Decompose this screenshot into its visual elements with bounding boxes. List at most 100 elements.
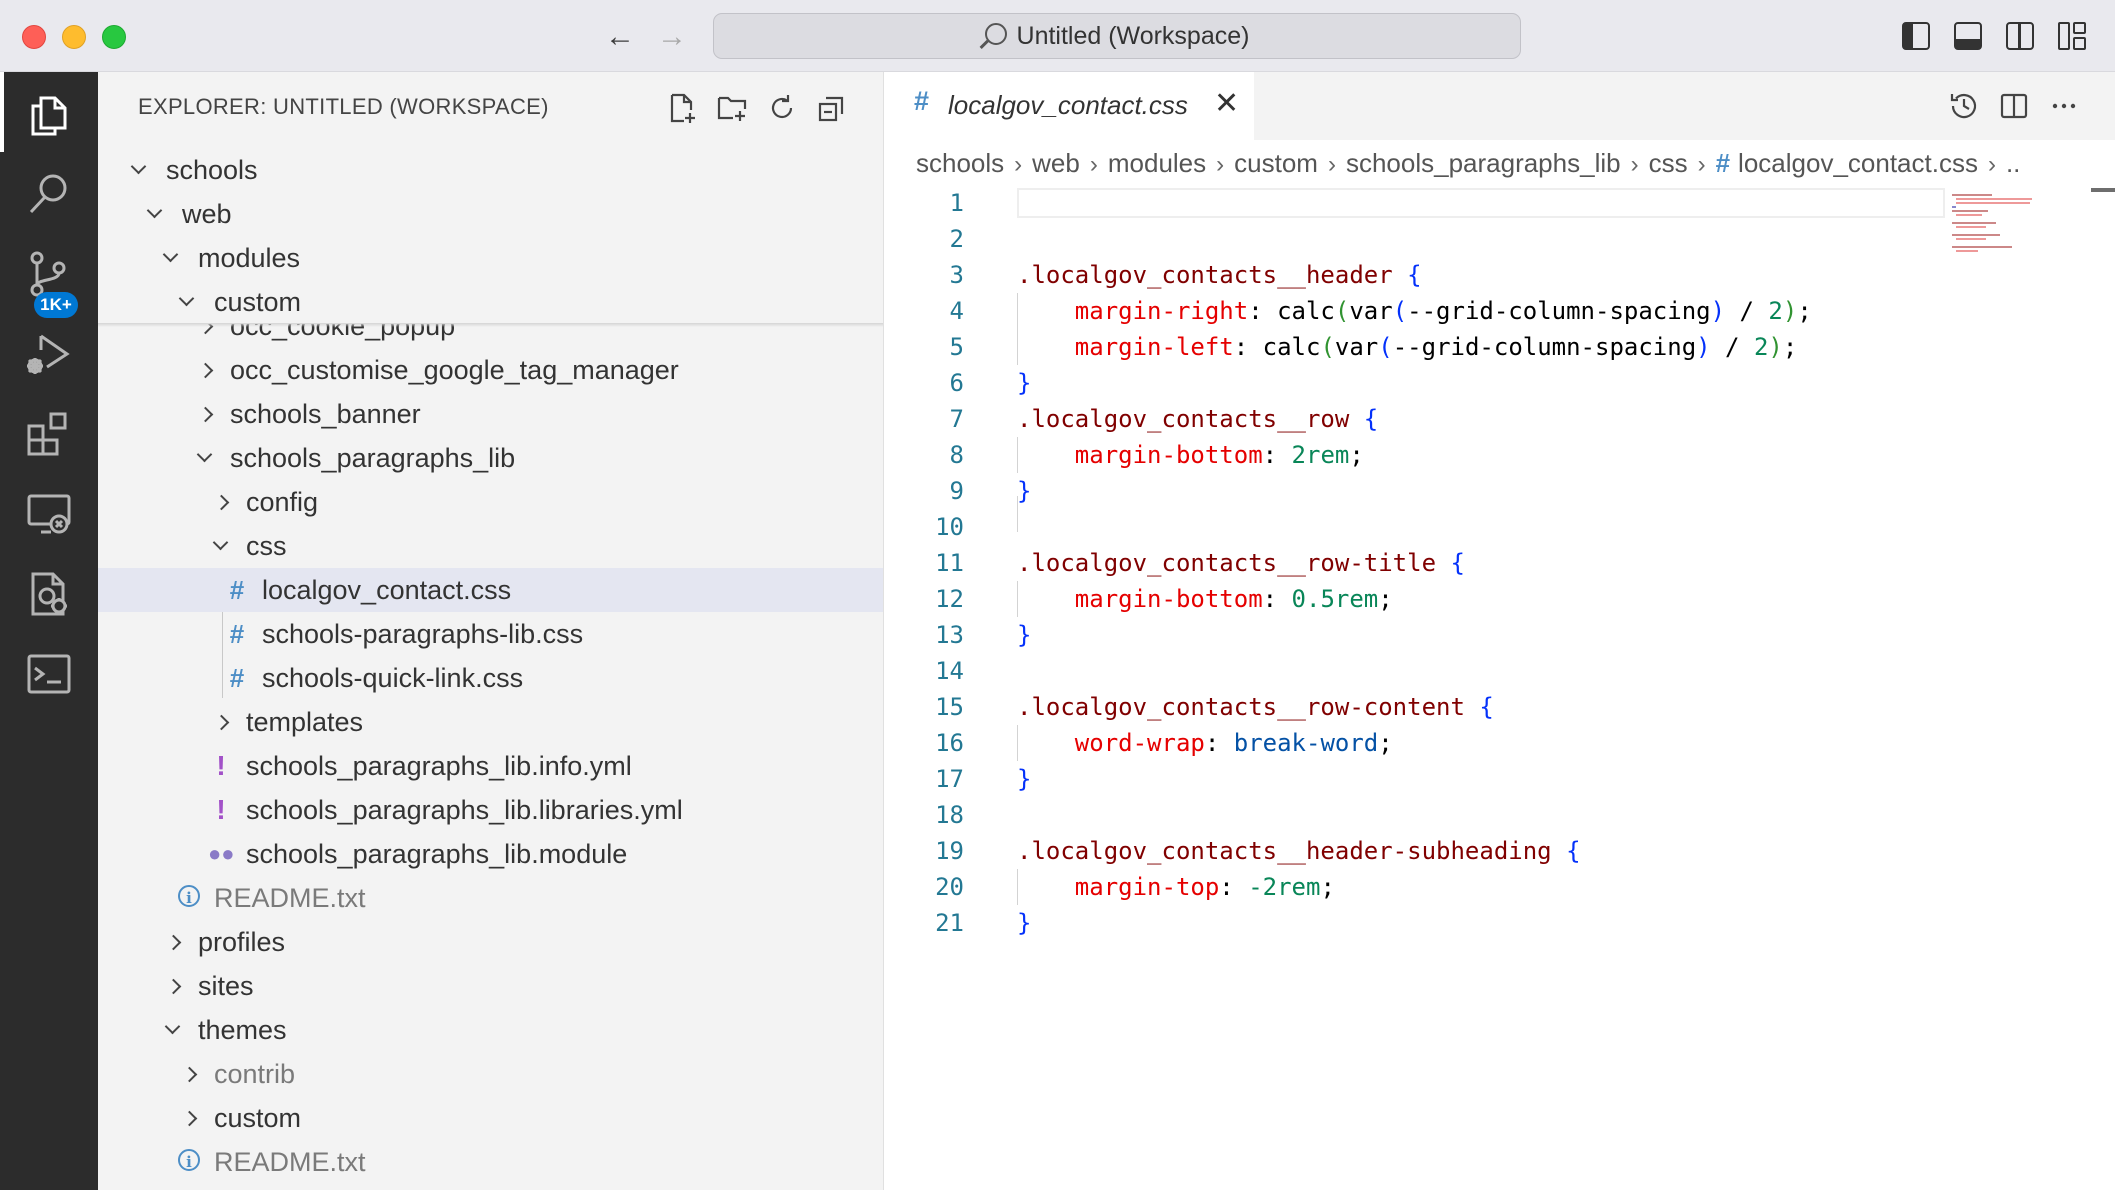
- tree-file-localgov-contact-css[interactable]: # localgov_contact.css: [98, 568, 883, 612]
- tree-folder-schools[interactable]: schools: [98, 148, 883, 192]
- code-line: }: [1017, 477, 1032, 505]
- line-number: 20: [935, 873, 964, 901]
- run-debug-icon: [27, 334, 70, 374]
- activity-explorer[interactable]: [0, 72, 98, 152]
- code-line: margin-left: calc(var(--grid-column-spac…: [1074, 333, 1798, 361]
- tree-file-schools-paragraphs-lib-css[interactable]: # schools-paragraphs-lib.css: [98, 612, 883, 656]
- tree-folder-modules[interactable]: modules: [98, 236, 883, 280]
- activity-testing[interactable]: [0, 552, 98, 632]
- split-editor-icon[interactable]: [1998, 90, 2030, 122]
- breadcrumb-item[interactable]: web: [1032, 148, 1080, 179]
- tree-folder-schools-paragraphs-lib[interactable]: schools_paragraphs_lib: [98, 436, 883, 480]
- breadcrumb-item[interactable]: schools: [916, 148, 1004, 179]
- tree-file-schools-quick-link-css[interactable]: # schools-quick-link.css: [98, 656, 883, 700]
- extensions-icon: [27, 412, 67, 456]
- tree-folder-templates[interactable]: templates: [98, 700, 883, 744]
- code-line: margin-right: calc(var(--grid-column-spa…: [1074, 297, 1812, 325]
- editor-tab-localgov-contact-css[interactable]: # localgov_contact.css ✕: [884, 72, 1254, 140]
- minimap[interactable]: [1948, 188, 2078, 278]
- tree-folder-sites[interactable]: sites: [98, 964, 883, 1008]
- css-file-icon: #: [914, 86, 930, 116]
- tree-file-readme-themes[interactable]: i README.txt: [98, 1140, 883, 1184]
- breadcrumb-item[interactable]: schools_paragraphs_lib: [1346, 148, 1621, 179]
- line-number: 4: [949, 297, 964, 325]
- collapse-all-icon[interactable]: [816, 92, 848, 124]
- tree-folder-css[interactable]: css: [98, 524, 883, 568]
- window-maximize-button[interactable]: [102, 25, 126, 49]
- tree-file-info-yml[interactable]: ! schools_paragraphs_lib.info.yml: [98, 744, 883, 788]
- code-line: .localgov_contacts__header {: [1017, 261, 1422, 289]
- customize-layout-icon[interactable]: [2058, 22, 2086, 50]
- code-line: .localgov_contacts__row {: [1017, 405, 1379, 433]
- tab-label: localgov_contact.css: [948, 90, 1188, 120]
- timeline-history-icon[interactable]: [1948, 90, 1980, 122]
- title-bar: ← → Untitled (Workspace): [0, 0, 2115, 72]
- breadcrumb-item[interactable]: modules: [1108, 148, 1206, 179]
- remote-explorer-icon: [27, 494, 71, 534]
- command-center-search[interactable]: Untitled (Workspace): [713, 13, 1521, 59]
- toggle-secondary-sidebar-icon[interactable]: [2006, 22, 2034, 50]
- more-actions-icon[interactable]: [2048, 90, 2080, 122]
- forward-arrow-icon[interactable]: →: [652, 18, 692, 56]
- activity-run-and-debug[interactable]: [0, 312, 98, 392]
- explorer-sidebar: EXPLORER: UNTITLED (WORKSPACE) schools w…: [98, 72, 884, 1190]
- tree-file-module[interactable]: ●● schools_paragraphs_lib.module: [98, 832, 883, 876]
- line-number: 6: [949, 369, 964, 397]
- code-line: }: [1017, 909, 1032, 937]
- tree-folder-themes[interactable]: themes: [98, 1008, 883, 1052]
- tree-folder-custom[interactable]: custom: [98, 280, 883, 324]
- tree-folder-themes-custom[interactable]: custom: [98, 1096, 883, 1140]
- php-elephant-icon: ●●: [208, 841, 235, 866]
- window-title: Untitled (Workspace): [1016, 22, 1250, 50]
- breadcrumb: schools › web › modules › custom › schools_parag…: [916, 148, 2021, 179]
- search-icon: [29, 174, 67, 214]
- code-line: .localgov_contacts__row-content {: [1017, 693, 1494, 721]
- toggle-panel-icon[interactable]: [1954, 22, 1982, 50]
- tree-folder-schools-banner[interactable]: schools_banner: [98, 392, 883, 436]
- search-icon: [984, 23, 1007, 45]
- code-line: margin-bottom: 2rem;: [1074, 441, 1364, 469]
- activity-remote-explorer[interactable]: [0, 472, 98, 552]
- code-line: }: [1017, 765, 1032, 793]
- tree-folder-occ-customise-google-tag-manager[interactable]: occ_customise_google_tag_manager: [98, 348, 883, 392]
- new-file-icon[interactable]: [666, 92, 698, 124]
- tree-folder-contrib[interactable]: contrib: [98, 1052, 883, 1096]
- activity-search[interactable]: [0, 152, 98, 232]
- source-control-icon: [30, 251, 66, 297]
- code-line: .localgov_contacts__row-title {: [1017, 549, 1465, 577]
- breadcrumb-item[interactable]: css: [1649, 148, 1688, 179]
- line-number: 11: [935, 549, 964, 577]
- back-arrow-icon[interactable]: ←: [600, 18, 640, 56]
- testing-icon: [31, 572, 67, 616]
- code-line: word-wrap: break-word;: [1074, 729, 1393, 757]
- tree-file-libraries-yml[interactable]: ! schools_paragraphs_lib.libraries.yml: [98, 788, 883, 832]
- refresh-icon[interactable]: [766, 92, 798, 124]
- terminal-icon: [27, 654, 71, 694]
- new-folder-icon[interactable]: [716, 92, 748, 124]
- activity-source-control[interactable]: 1K+: [0, 232, 98, 318]
- window-minimize-button[interactable]: [62, 25, 86, 49]
- line-number: 3: [949, 261, 964, 289]
- code-line: }: [1017, 369, 1032, 397]
- toggle-primary-sidebar-icon[interactable]: [1902, 22, 1930, 50]
- tree-folder-profiles[interactable]: profiles: [98, 920, 883, 964]
- tree-folder-config[interactable]: config: [98, 480, 883, 524]
- tree-file-readme-modules[interactable]: i README.txt: [98, 876, 883, 920]
- tab-bar: # localgov_contact.css ✕: [884, 72, 2115, 140]
- line-number: 13: [935, 621, 964, 649]
- tree-folder-web[interactable]: web: [98, 192, 883, 236]
- line-number: 14: [935, 657, 964, 685]
- code-editor[interactable]: 1 2 3 4 5 6 7 8 9 10 11 12 13 14 15 16 1…: [884, 188, 2115, 1190]
- line-number: 8: [949, 441, 964, 469]
- css-file-icon: #: [229, 575, 245, 605]
- activity-extensions[interactable]: [0, 392, 98, 472]
- window-close-button[interactable]: [22, 25, 46, 49]
- line-number: 10: [935, 513, 964, 541]
- current-line-highlight: [1017, 188, 1945, 218]
- activity-terminal[interactable]: [0, 632, 98, 712]
- line-number: 16: [935, 729, 964, 757]
- scrollbar-indicator[interactable]: [2091, 188, 2115, 192]
- breadcrumb-item[interactable]: custom: [1234, 148, 1318, 179]
- breadcrumb-item[interactable]: localgov_contact.css: [1738, 148, 1978, 179]
- close-icon[interactable]: ✕: [1214, 88, 1239, 120]
